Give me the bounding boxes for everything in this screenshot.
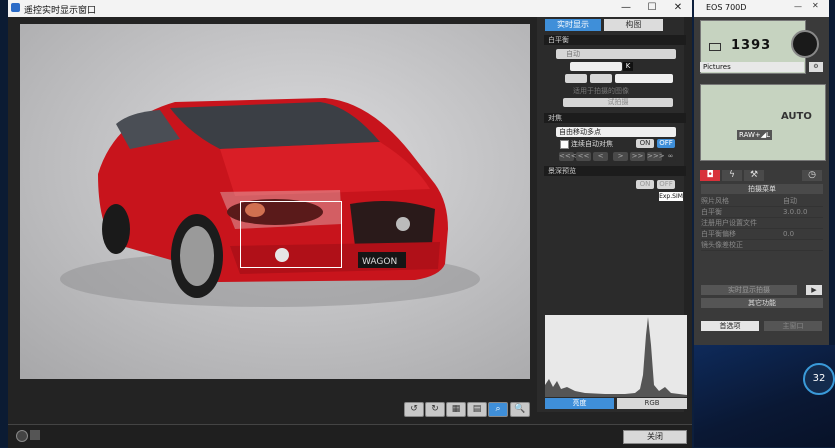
tab-live-view[interactable]: 实时显示 [545, 19, 601, 31]
tab-composition[interactable]: 构图 [604, 19, 663, 31]
focus-near3-button[interactable]: >>> [647, 152, 665, 161]
focus-far2-button[interactable]: << [576, 152, 591, 161]
car-plate: WAGON [362, 257, 397, 267]
bottom-bar [8, 424, 692, 448]
live-view-image[interactable]: WAGON [20, 24, 530, 379]
quick-settings-lcd[interactable]: AUTO RAW+◢L [700, 84, 826, 161]
eos-title-bar: EOS 700D — ✕ [694, 0, 829, 17]
dof-header: 景深预览 [544, 166, 686, 176]
menu-item[interactable]: 白平衡 3.0.0.0 [701, 207, 823, 218]
menu-item[interactable]: 注册用户设置文件 [701, 218, 823, 229]
eyedropper-icon[interactable] [565, 74, 587, 83]
picture-style-field[interactable]: Pictures [700, 62, 804, 72]
eos-minimize-button[interactable]: — [794, 2, 802, 11]
eos-window-title: EOS 700D [706, 3, 747, 12]
kelvin-input[interactable] [570, 62, 622, 71]
preferences-button[interactable]: 首选项 [701, 321, 759, 331]
maximize-button[interactable]: ☐ [640, 1, 664, 15]
focus-far1-button[interactable]: < [593, 152, 608, 161]
live-view-shoot-button[interactable]: 实时显示拍摄 [701, 285, 797, 295]
kelvin-unit: K [623, 62, 633, 71]
infinity-icon[interactable]: ∞ [665, 152, 676, 161]
exp-sim-badge: Exp.SIM [659, 192, 683, 201]
desktop-wallpaper [694, 345, 835, 447]
window-title: 遥控实时显示窗口 [24, 6, 97, 16]
rotate-right-icon[interactable]: ↻ [425, 402, 445, 417]
eos-utility-window: EOS 700D — ✕ 1393 Pictures ⚙ AUTO RAW+◢L… [694, 0, 829, 345]
dof-off-button[interactable]: OFF [657, 180, 675, 189]
title-bar: 遥控实时显示窗口 — ☐ ✕ [8, 0, 692, 17]
tab-rgb[interactable]: RGB [617, 398, 687, 409]
shots-remaining: 1393 [731, 38, 772, 53]
battery-icon [709, 43, 721, 51]
shooting-tab-icon[interactable]: ◘ [700, 170, 720, 181]
continuous-af-checkbox[interactable] [560, 140, 569, 149]
apply-to-shot-checkbox[interactable]: 适用于拍摄的图像 [563, 86, 673, 96]
dof-on-button[interactable]: ON [636, 180, 654, 189]
movie-icon[interactable]: ▶ [806, 285, 822, 295]
temperature-widget[interactable]: 32 [803, 363, 835, 395]
settings-icon[interactable]: ⚙ [809, 62, 823, 72]
tab-brightness[interactable]: 亮度 [545, 398, 614, 409]
image-quality-label[interactable]: RAW+◢L [737, 130, 773, 140]
wb-mode-select[interactable]: 自动 [556, 49, 676, 59]
focus-near2-button[interactable]: >> [630, 152, 645, 161]
close-button[interactable]: 关闭 [623, 430, 687, 444]
app-icon [11, 3, 20, 12]
focus-far3-button[interactable]: <<< [559, 152, 577, 161]
grid-icon[interactable]: ▦ [446, 402, 466, 417]
close-window-button[interactable]: ✕ [666, 1, 690, 15]
focus-header: 对焦 [544, 113, 686, 123]
magnify-active-icon[interactable]: ⌕ [488, 402, 508, 417]
camera-icon [16, 430, 28, 442]
main-window-button[interactable]: 主窗口 [764, 321, 822, 331]
menu-item[interactable]: 照片风格 自动 [701, 196, 823, 207]
histogram [545, 315, 687, 397]
menu-item[interactable]: 镜头像差校正 [701, 240, 823, 251]
aspect-icon[interactable]: ▤ [467, 402, 487, 417]
test-shot-button[interactable]: 试拍摄 [563, 98, 673, 107]
wb-preset-field[interactable] [615, 74, 673, 83]
af-mode-select[interactable]: 自由移动多点 [556, 127, 676, 137]
wb-header: 白平衡 [544, 35, 686, 45]
continuous-af-label: 连续自动对焦 [571, 140, 613, 148]
af-off-button[interactable]: OFF [657, 139, 675, 148]
shutter-dial-icon[interactable] [791, 30, 819, 58]
flash-tab-icon[interactable]: ϟ [722, 170, 742, 181]
eos-close-button[interactable]: ✕ [812, 1, 819, 10]
rotate-left-icon[interactable]: ↺ [404, 402, 424, 417]
af-frame[interactable] [240, 201, 342, 268]
wb-auto-label[interactable]: AUTO [781, 111, 812, 122]
menu-item[interactable]: 白平衡偏移 0.0 [701, 229, 823, 240]
other-functions-button[interactable]: 其它功能 [701, 298, 823, 308]
shoot-icon[interactable] [30, 430, 40, 440]
tools-tab-icon[interactable]: ⚒ [744, 170, 764, 181]
zoom-icon[interactable]: 🔍 [510, 402, 530, 417]
timer-tab-icon[interactable]: ◷ [802, 170, 822, 181]
focus-near1-button[interactable]: > [613, 152, 628, 161]
af-on-button[interactable]: ON [636, 139, 654, 148]
menu-title: 拍摄菜单 [701, 184, 823, 194]
minimize-button[interactable]: — [614, 1, 638, 15]
wb-preset-select[interactable] [590, 74, 612, 83]
histogram-graph [545, 317, 687, 397]
